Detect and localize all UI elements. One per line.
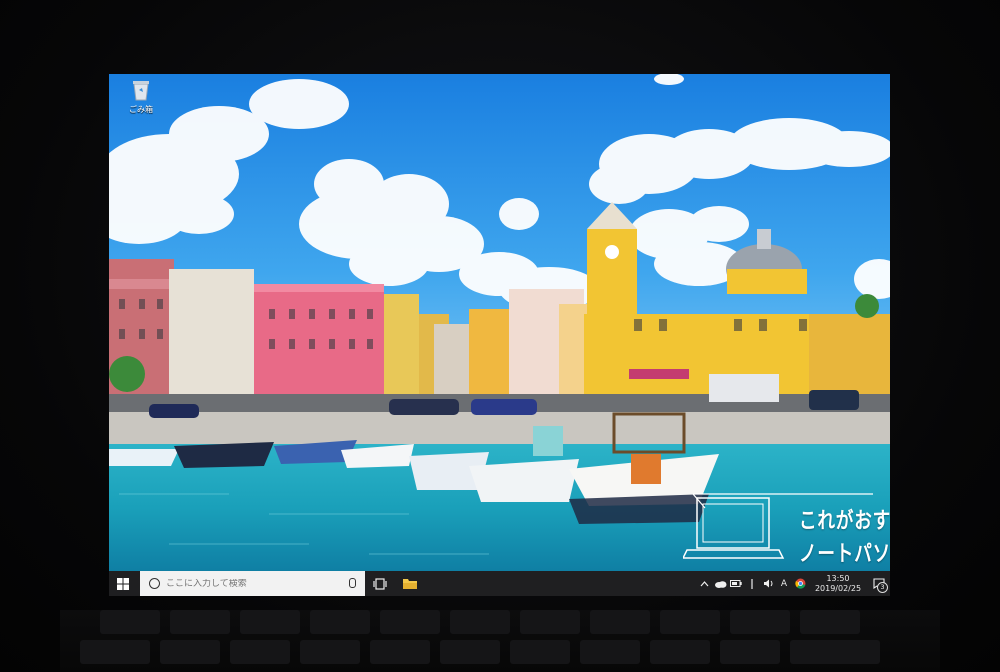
laptop-keyboard: [60, 610, 940, 672]
taskbar: A 13:50 2019/02/25 3: [109, 571, 890, 596]
promo-overlay: これがおすすめ ノートパソコン: [683, 488, 890, 568]
network-icon[interactable]: [744, 571, 760, 596]
system-tray: A 13:50 2019/02/25 3: [696, 571, 890, 596]
promo-line-1: これがおすすめ: [799, 509, 890, 534]
notification-count: 3: [877, 582, 888, 593]
promo-line-2: ノートパソコン: [799, 542, 890, 567]
ime-indicator[interactable]: A: [776, 571, 792, 596]
chevron-up-icon[interactable]: [696, 571, 712, 596]
clock[interactable]: 13:50 2019/02/25: [808, 574, 868, 594]
onedrive-icon[interactable]: [712, 571, 728, 596]
search-input[interactable]: [166, 578, 336, 589]
recycle-bin-icon: [130, 78, 152, 102]
file-explorer-button[interactable]: [395, 571, 425, 596]
volume-icon[interactable]: [760, 571, 776, 596]
recycle-bin[interactable]: ごみ箱: [119, 78, 163, 115]
action-center-button[interactable]: 3: [868, 571, 890, 596]
file-explorer-icon: [403, 579, 417, 589]
laptop-screen: ごみ箱 これがおすすめ ノートパソコン: [109, 74, 890, 596]
clock-time: 13:50: [826, 573, 850, 583]
battery-icon[interactable]: [728, 571, 744, 596]
task-view-button[interactable]: [365, 571, 395, 596]
windows-logo-icon: [117, 577, 129, 590]
recycle-bin-label: ごみ箱: [129, 105, 153, 114]
task-view-icon: [373, 577, 387, 590]
start-button[interactable]: [109, 571, 137, 596]
cortana-icon: [149, 578, 160, 589]
clock-date: 2019/02/25: [814, 583, 862, 593]
search-box[interactable]: [140, 571, 365, 596]
microphone-icon[interactable]: [349, 578, 356, 588]
chrome-icon[interactable]: [792, 571, 808, 596]
